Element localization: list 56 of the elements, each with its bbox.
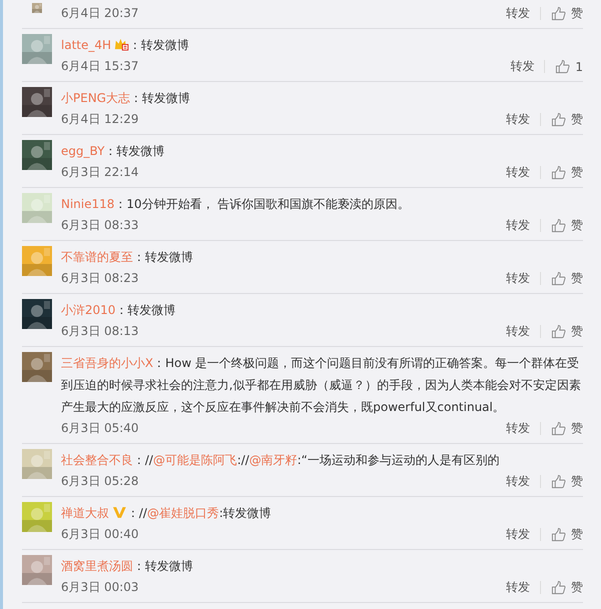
comment-text: latte_4H ：转发微博 <box>61 37 190 54</box>
thumbs-up-icon[interactable] <box>551 324 566 339</box>
like-link[interactable]: 赞 <box>571 217 583 234</box>
timestamp: 6月4日 12:29 <box>61 111 139 128</box>
thumbs-up-icon[interactable] <box>551 421 566 436</box>
repost-link[interactable]: 转发 <box>506 473 530 490</box>
comment-text: 禅道大叔 ：//@崔娃脱口秀:转发微博 <box>61 505 272 522</box>
like-link[interactable]: 赞 <box>571 420 583 437</box>
thumbs-up-icon[interactable] <box>551 527 566 542</box>
repost-link[interactable]: 转发 <box>506 579 530 596</box>
thumbs-up-icon[interactable] <box>551 271 566 286</box>
timestamp: 6月3日 05:40 <box>61 420 139 437</box>
repost-link[interactable]: 转发 <box>506 217 530 234</box>
comment-text: 小浒2010：转发微博 <box>61 302 177 319</box>
timestamp: 6月3日 00:40 <box>61 526 139 543</box>
like-link[interactable]: 赞 <box>571 270 583 287</box>
comment-text: 酒窝里煮汤圆：转发微博 <box>61 558 194 575</box>
like-link[interactable]: 赞 <box>571 526 583 543</box>
timestamp: 6月3日 05:28 <box>61 473 139 490</box>
repost-link[interactable]: 转发 <box>506 111 530 128</box>
timestamp: 6月3日 08:13 <box>61 323 139 340</box>
timestamp: 6月4日 20:37 <box>61 5 139 22</box>
repost-link[interactable]: 转发 <box>506 270 530 287</box>
timestamp: 6月3日 22:14 <box>61 164 139 181</box>
thumbs-up-icon[interactable] <box>551 218 566 233</box>
crown-icon[interactable] <box>114 38 130 51</box>
thumbs-up-icon[interactable] <box>555 59 570 74</box>
repost-link[interactable]: 转发 <box>506 5 530 22</box>
comment-text: 不靠谱的夏至：转发微博 <box>61 249 194 266</box>
timestamp: 6月4日 15:37 <box>61 58 139 75</box>
comment-text: egg_BY：转发微博 <box>61 143 166 160</box>
like-link[interactable]: 赞 <box>571 323 583 340</box>
comment-text: 小PENG大志：转发微博 <box>61 90 192 107</box>
like-link[interactable]: 赞 <box>571 579 583 596</box>
repost-link[interactable]: 转发 <box>510 58 534 75</box>
timestamp: 6月3日 08:23 <box>61 270 139 287</box>
timestamp: 6月3日 08:33 <box>61 217 139 234</box>
repost-link[interactable]: 转发 <box>506 526 530 543</box>
timestamp: 6月3日 00:03 <box>61 579 139 596</box>
repost-link[interactable]: 转发 <box>506 164 530 181</box>
verified-icon[interactable] <box>112 506 127 519</box>
repost-link[interactable]: 转发 <box>506 420 530 437</box>
like-link[interactable]: 赞 <box>571 164 583 181</box>
comment-text: 三省吾身的小小X：How 是一个终极问题，而这个问题目前没有所谓的正确答案。每一个群体在受到压迫的时候寻求社会的注意力,似乎都在用威胁（威逼？）的手段，因为人类本能会对不安定因素产生最大的应激反应，这个反应在事件解决前不会消失，既powerful又continual。 <box>61 355 582 416</box>
thumbs-up-icon[interactable] <box>551 474 566 489</box>
like-link[interactable]: 赞 <box>571 5 583 22</box>
thumbs-up-icon[interactable] <box>551 112 566 127</box>
like-link[interactable]: 赞 <box>571 473 583 490</box>
comment-text: 社会整合不良：//@可能是陈阿飞://@南牙籽:“一场运动和参与运动的人是有区别的 <box>61 452 500 469</box>
thumbs-up-icon[interactable] <box>551 6 566 21</box>
repost-link[interactable]: 转发 <box>506 323 530 340</box>
thumbs-up-icon[interactable] <box>551 165 566 180</box>
comment-text: Ninie118：10分钟开始看， 告诉你国歌和国旗不能亵渎的原因。 <box>61 196 411 213</box>
thumbs-up-icon[interactable] <box>551 580 566 595</box>
like-link[interactable]: 1 <box>575 60 583 74</box>
like-link[interactable]: 赞 <box>571 111 583 128</box>
